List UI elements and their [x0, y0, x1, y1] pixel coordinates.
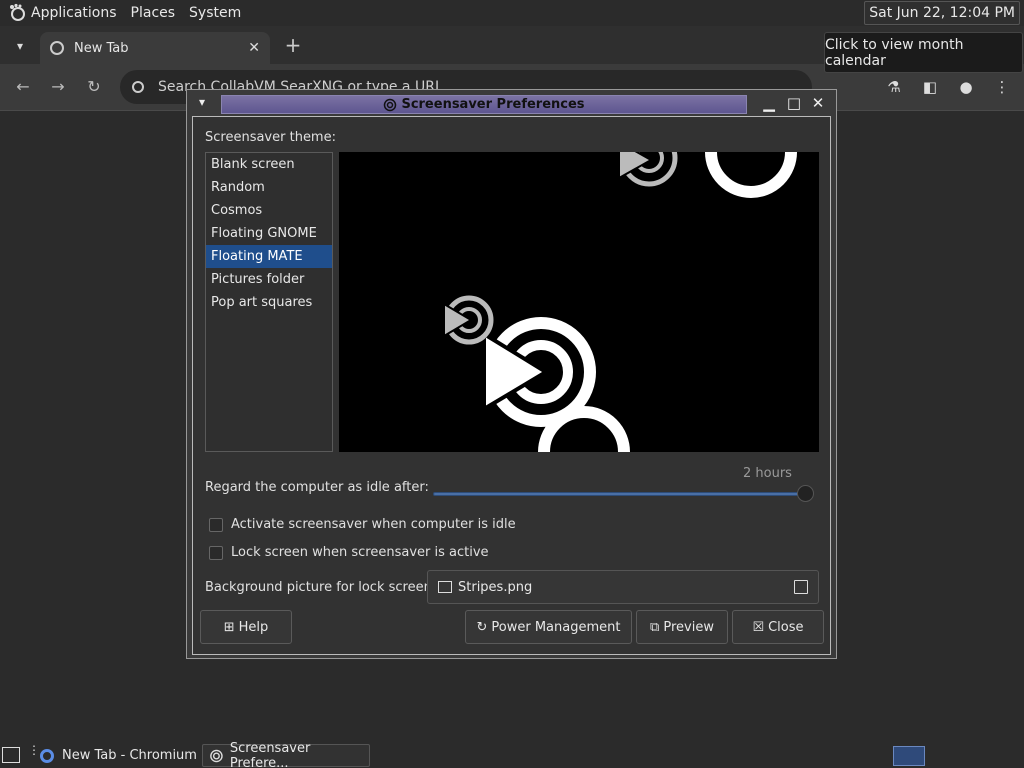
clock-tooltip: Click to view month calendar — [824, 32, 1023, 73]
theme-item[interactable]: Cosmos — [206, 199, 332, 222]
lock-row[interactable]: Lock screen when screensaver is active — [209, 545, 489, 560]
mate-logo-small — [443, 295, 494, 345]
dialog-titlebar[interactable]: ▾ Screensaver Preferences ▁ □ ✕ — [187, 90, 836, 116]
new-tab-button[interactable]: + — [282, 34, 304, 56]
preview-label: Preview — [663, 619, 714, 635]
task-screensaver-label: Screensaver Prefere... — [229, 740, 311, 768]
idle-label: Regard the computer as idle after: — [205, 480, 429, 495]
preview-button[interactable]: ⧉ Preview — [636, 610, 728, 644]
back-icon[interactable]: ← — [12, 76, 34, 98]
tab-title: New Tab — [74, 40, 129, 56]
tab-search-icon[interactable]: ▾ — [10, 36, 30, 56]
theme-list[interactable]: Blank screen Random Cosmos Floating GNOM… — [205, 152, 333, 452]
screensaver-preview — [339, 152, 819, 452]
chromium-icon — [40, 748, 54, 763]
close-button[interactable]: ☒ Close — [732, 610, 824, 644]
theme-item-selected[interactable]: Floating MATE — [206, 245, 332, 268]
help-icon: ⊞ — [223, 619, 235, 635]
task-screensaver[interactable]: Screensaver Prefere... — [202, 740, 370, 768]
tab-close-icon[interactable]: ✕ — [248, 40, 260, 56]
bottom-panel: ⋮ New Tab - Chromium Screensaver Prefere… — [0, 740, 1024, 768]
profile-icon[interactable]: ● — [955, 76, 977, 98]
lock-checkbox[interactable] — [209, 545, 223, 560]
bg-label: Background picture for lock screen: — [205, 580, 437, 595]
screensaver-dialog: ▾ Screensaver Preferences ▁ □ ✕ Screensa… — [186, 89, 837, 659]
bg-file-name: Stripes.png — [458, 579, 533, 595]
idle-slider-track[interactable] — [433, 492, 807, 496]
gnome-foot-icon — [10, 3, 25, 21]
theme-item[interactable]: Pop art squares — [206, 291, 332, 314]
theme-label: Screensaver theme: — [205, 130, 336, 145]
labs-icon[interactable]: ⚗ — [883, 76, 905, 98]
window-menu-icon[interactable]: ▾ — [199, 95, 205, 109]
mate-logo-large — [482, 317, 596, 427]
activate-row[interactable]: Activate screensaver when computer is id… — [209, 517, 516, 532]
activate-checkbox[interactable] — [209, 517, 223, 532]
system-label: System — [189, 5, 242, 21]
theme-item[interactable]: Pictures folder — [206, 268, 332, 291]
side-panel-icon[interactable]: ◧ — [919, 76, 941, 98]
task-chromium-label: New Tab - Chromium — [62, 748, 197, 763]
theme-item[interactable]: Random — [206, 176, 332, 199]
floating-mate-preview-art — [443, 152, 797, 452]
globe-icon — [50, 41, 64, 55]
tab-new-tab[interactable]: New Tab ✕ — [40, 32, 270, 64]
task-chromium[interactable]: New Tab - Chromium — [34, 744, 203, 767]
panel-clock[interactable]: Sat Jun 22, 12:04 PM — [864, 1, 1020, 25]
show-desktop-icon[interactable] — [2, 747, 20, 763]
workspace-switcher-icon[interactable] — [893, 746, 925, 766]
applications-label: Applications — [31, 5, 117, 21]
theme-item[interactable]: Blank screen — [206, 153, 332, 176]
menu-icon[interactable]: ⋮ — [991, 76, 1013, 98]
power-icon: ↻ — [476, 619, 488, 635]
top-panel: Applications Places System Sat Jun 22, 1… — [0, 0, 1024, 26]
activate-label: Activate screensaver when computer is id… — [231, 517, 516, 532]
open-file-icon — [794, 580, 808, 594]
applications-menu[interactable]: Applications — [0, 0, 124, 26]
idle-slider-knob[interactable] — [797, 485, 814, 502]
image-icon — [438, 581, 452, 593]
dialog-title-bar[interactable]: Screensaver Preferences — [221, 95, 747, 114]
places-menu[interactable]: Places — [124, 0, 183, 26]
reload-icon[interactable]: ↻ — [83, 76, 105, 98]
screensaver-icon — [210, 749, 223, 762]
close-x-icon: ☒ — [752, 619, 765, 635]
minimize-icon[interactable]: ▁ — [760, 94, 778, 112]
dialog-title: Screensaver Preferences — [401, 97, 585, 112]
close-label: Close — [768, 619, 804, 635]
help-button[interactable]: ⊞ Help — [200, 610, 292, 644]
forward-icon[interactable]: → — [47, 76, 69, 98]
lock-label: Lock screen when screensaver is active — [231, 545, 489, 560]
system-menu[interactable]: System — [182, 0, 248, 26]
power-management-button[interactable]: ↻ Power Management — [465, 610, 632, 644]
places-label: Places — [130, 5, 176, 21]
bg-file-chooser[interactable]: Stripes.png — [427, 570, 819, 604]
mate-logo-top-right — [705, 152, 797, 198]
mate-logo-bottom — [538, 406, 630, 452]
mate-logo-top — [618, 152, 678, 187]
maximize-icon[interactable]: □ — [785, 94, 803, 112]
power-label: Power Management — [491, 619, 621, 635]
close-icon[interactable]: ✕ — [809, 94, 827, 112]
idle-value: 2 hours — [743, 466, 792, 481]
search-icon — [132, 81, 144, 93]
theme-item[interactable]: Floating GNOME — [206, 222, 332, 245]
screensaver-icon — [384, 98, 397, 111]
preview-icon: ⧉ — [650, 619, 660, 635]
help-label: Help — [238, 619, 269, 635]
